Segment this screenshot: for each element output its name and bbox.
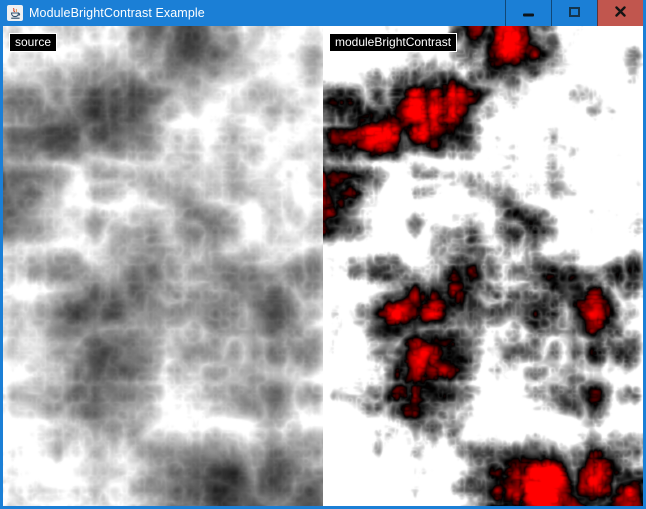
maximize-icon — [569, 4, 580, 22]
image-viewer-content: source moduleBrightContrast — [3, 26, 643, 506]
source-image — [3, 26, 323, 506]
java-coffee-cup-icon — [7, 5, 23, 21]
maximize-button[interactable] — [551, 0, 597, 26]
source-panel: source — [3, 26, 323, 506]
window-title: ModuleBrightContrast Example — [29, 6, 205, 20]
titlebar[interactable]: ModuleBrightContrast Example — [0, 0, 646, 26]
close-button[interactable] — [597, 0, 643, 26]
result-image-label: moduleBrightContrast — [329, 33, 457, 52]
window-controls — [505, 0, 643, 26]
minimize-icon — [523, 4, 534, 22]
module-bright-contrast-image — [323, 26, 643, 506]
minimize-button[interactable] — [505, 0, 551, 26]
source-image-label: source — [9, 33, 57, 52]
app-window: ModuleBrightContrast Example — [0, 0, 646, 509]
result-panel: moduleBrightContrast — [323, 26, 643, 506]
close-icon — [615, 4, 626, 22]
